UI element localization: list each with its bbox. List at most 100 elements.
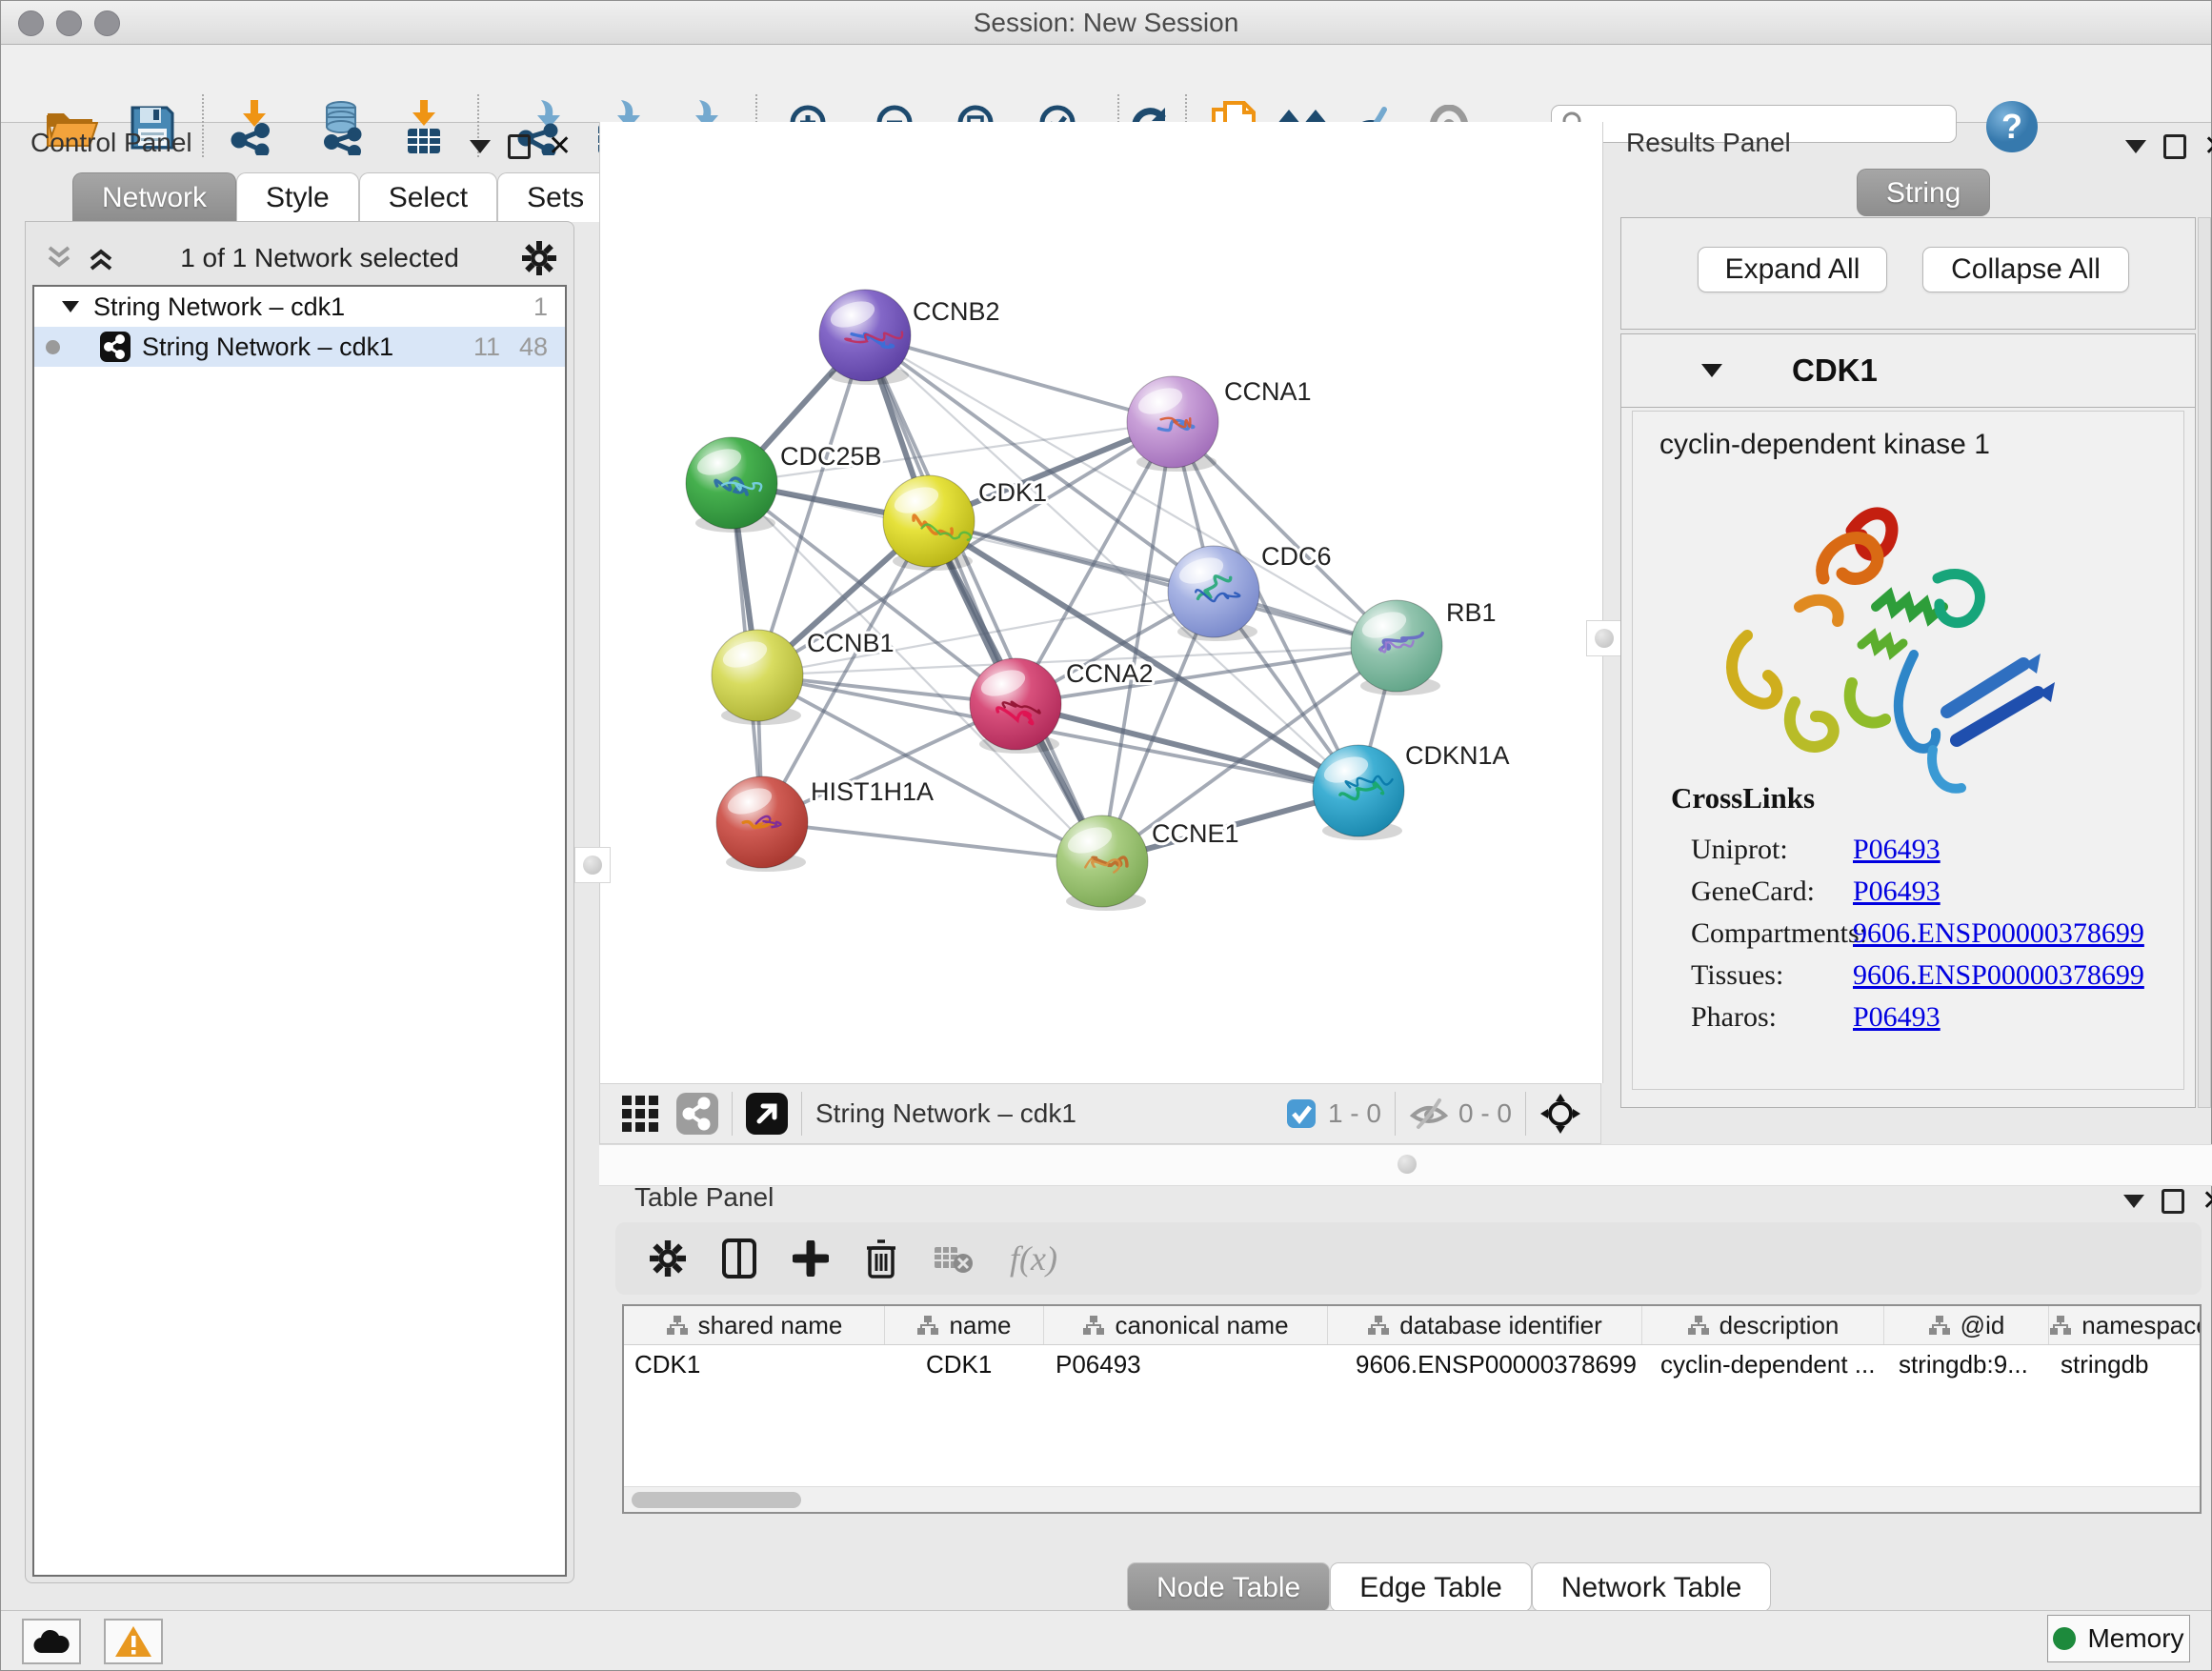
node-rb1[interactable]: RB1 (1351, 598, 1497, 695)
protein-section-header[interactable]: CDK1 (1621, 334, 2195, 408)
splitter-handle-dot[interactable] (1398, 1155, 1417, 1174)
delete-column-button[interactable] (865, 1238, 897, 1278)
table-horizontal-scrollbar[interactable] (624, 1486, 2200, 1512)
right-splitter-handle[interactable] (1586, 620, 1622, 656)
network-graph[interactable]: CCNB2 CCNA1 CDC25BCDK1 CDC6RB1 CCNB1 CCNA2 CDK… (600, 122, 1602, 1083)
network-row[interactable]: String Network – cdk1 11 48 (34, 327, 565, 367)
horizontal-splitter[interactable] (599, 1144, 2212, 1186)
open-in-window-button[interactable] (746, 1093, 788, 1135)
node-hist1h1a[interactable]: HIST1H1A (716, 776, 934, 872)
results-panel-buttons: ✕ (2125, 134, 2212, 159)
tab-network[interactable]: Network (72, 172, 236, 222)
string-settings-button[interactable] (676, 1093, 718, 1135)
column-type-icon (916, 1315, 939, 1336)
results-panel-close-icon[interactable]: ✕ (2203, 137, 2212, 156)
birds-eye-view-button[interactable] (621, 1095, 659, 1133)
table-cell[interactable]: cyclin-dependent ... (1642, 1345, 1884, 1383)
column-header-label: @id (1961, 1311, 2005, 1340)
node-label-ccna2: CCNA2 (1066, 659, 1154, 688)
collapse-all-button[interactable]: Collapse All (1922, 247, 2129, 292)
column-header-namespace[interactable]: namespace (2049, 1306, 2202, 1344)
node-cdkn1a[interactable]: CDKN1A (1313, 741, 1510, 840)
crosslink-link[interactable]: P06493 (1853, 1001, 1941, 1034)
column-header-canonical-name[interactable]: canonical name (1044, 1306, 1328, 1344)
import-network-from-file-button[interactable] (226, 99, 283, 156)
table-panel-menu-icon[interactable] (2123, 1195, 2144, 1208)
control-panel-body: 1 of 1 Network selected String Network –… (25, 221, 574, 1583)
control-panel-close-icon[interactable]: ✕ (548, 137, 572, 156)
application-window: Session: New Session (0, 0, 2212, 1671)
edge-hist1h1a-ccne1[interactable] (762, 822, 1102, 861)
table-options-button[interactable] (650, 1240, 686, 1277)
collapse-all-icon[interactable] (43, 244, 75, 272)
tab-edge-table[interactable]: Edge Table (1330, 1562, 1532, 1612)
node-cdk1[interactable]: CDK1 (883, 475, 1047, 571)
network-options-gear-icon[interactable] (522, 241, 556, 275)
scrollbar-thumb[interactable] (632, 1492, 801, 1508)
network-collection-row[interactable]: String Network – cdk1 1 (34, 287, 565, 327)
table-cell[interactable]: stringdb (2049, 1345, 2202, 1383)
section-expander-icon[interactable] (1700, 362, 1723, 379)
tab-select[interactable]: Select (359, 172, 497, 222)
table-cell[interactable]: 9606.ENSP00000378699 (1328, 1345, 1642, 1383)
control-panel-menu-icon[interactable] (470, 140, 491, 153)
create-column-button[interactable] (793, 1240, 829, 1277)
table-cell[interactable]: P06493 (1044, 1345, 1328, 1383)
node-ccnb2[interactable]: CCNB2 (819, 290, 1000, 385)
fit-content-button[interactable] (1539, 1093, 1581, 1135)
column-header--id[interactable]: @id (1884, 1306, 2049, 1344)
tab-network-table[interactable]: Network Table (1532, 1562, 1772, 1612)
crosslink-label: Compartments: (1691, 917, 1853, 950)
results-panel-scrollbar[interactable] (2198, 217, 2211, 1108)
share-icon (676, 1093, 718, 1135)
tab-node-table[interactable]: Node Table (1127, 1562, 1330, 1612)
node-cdc25b[interactable]: CDC25B (686, 437, 882, 533)
table-row[interactable]: CDK1CDK1P064939606.ENSP00000378699cyclin… (624, 1345, 2200, 1383)
help-button[interactable]: ? (1984, 99, 2040, 154)
left-splitter-handle[interactable] (574, 847, 611, 883)
tab-string[interactable]: String (1857, 169, 1990, 216)
column-header-database-identifier[interactable]: database identifier (1328, 1306, 1642, 1344)
crosslinks-heading: CrossLinks (1671, 781, 1815, 815)
results-panel-float-icon[interactable] (2163, 134, 2186, 159)
tab-style[interactable]: Style (236, 172, 359, 222)
diagonal-arrow-icon (746, 1093, 788, 1135)
crosslink-link[interactable]: P06493 (1853, 834, 1941, 866)
network-canvas[interactable]: CCNB2 CCNA1 CDC25BCDK1 CDC6RB1 CCNB1 CCNA2 CDK… (599, 122, 1603, 1083)
node-cdc6[interactable]: CDC6 (1168, 542, 1332, 641)
memory-button[interactable]: Memory (2047, 1615, 2190, 1662)
delete-table-icon (934, 1243, 974, 1274)
table-cell[interactable]: CDK1 (885, 1345, 1044, 1383)
warning-status-button[interactable] (104, 1619, 163, 1664)
results-panel-title: Results Panel (1626, 128, 1791, 158)
node-ccna1[interactable]: CCNA1 (1127, 376, 1312, 472)
node-ccnb1[interactable]: CCNB1 (712, 629, 895, 725)
tab-sets[interactable]: Sets (497, 172, 613, 222)
tree-expander-icon[interactable] (61, 299, 80, 314)
crosslink-link[interactable]: 9606.ENSP00000378699 (1853, 959, 2144, 992)
expand-all-button[interactable]: Expand All (1698, 247, 1887, 292)
table-panel-float-icon[interactable] (2162, 1189, 2184, 1214)
expand-all-icon[interactable] (85, 244, 117, 272)
table-panel-close-icon[interactable]: ✕ (2202, 1192, 2212, 1211)
crosslink-link[interactable]: 9606.ENSP00000378699 (1853, 917, 2144, 950)
column-header-shared-name[interactable]: shared name (624, 1306, 885, 1344)
column-header-description[interactable]: description (1642, 1306, 1884, 1344)
crosslink-row: Uniprot:P06493 (1691, 829, 2174, 871)
selected-checkbox[interactable] (1286, 1098, 1317, 1129)
network-status-dot (46, 340, 60, 354)
import-network-from-database-button[interactable] (314, 99, 372, 156)
control-panel-float-icon[interactable] (508, 134, 531, 159)
import-table-from-file-button[interactable] (395, 99, 452, 156)
node-table[interactable]: shared namenamecanonical namedatabase id… (622, 1304, 2202, 1514)
results-panel-menu-icon[interactable] (2125, 140, 2146, 153)
show-columns-button[interactable] (722, 1238, 756, 1278)
cloud-status-button[interactable] (22, 1619, 81, 1664)
column-type-icon (1082, 1315, 1105, 1336)
table-cell[interactable]: stringdb:9... (1884, 1345, 2049, 1383)
table-cell[interactable]: CDK1 (624, 1345, 885, 1383)
crosslink-link[interactable]: P06493 (1853, 876, 1941, 908)
column-header-name[interactable]: name (885, 1306, 1044, 1344)
window-title: Session: New Session (1, 1, 2211, 44)
edge-cdk1-rb1[interactable] (929, 521, 1397, 646)
